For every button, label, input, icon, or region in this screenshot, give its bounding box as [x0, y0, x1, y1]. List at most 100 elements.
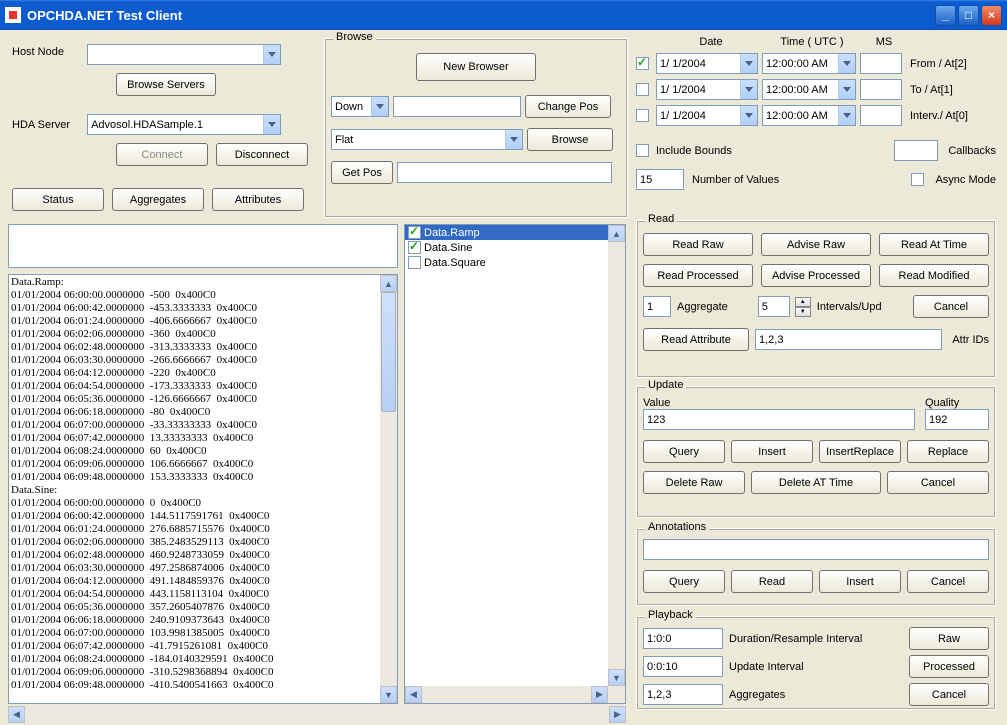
bottom-scrollbar[interactable]: ◀ ▶	[8, 706, 626, 723]
ms-input-0[interactable]	[860, 53, 902, 74]
scrollbar-horizontal[interactable]: ◀ ▶	[405, 686, 625, 703]
browse-servers-button[interactable]: Browse Servers	[116, 73, 216, 96]
disconnect-button[interactable]: Disconnect	[216, 143, 308, 166]
read-processed-button[interactable]: Read Processed	[643, 264, 753, 287]
browse-mode-combo[interactable]: Flat	[331, 129, 523, 150]
read-attribute-button[interactable]: Read Attribute	[643, 328, 749, 351]
log-line: 01/01/2004 06:01:24.0000000 276.68857155…	[11, 523, 395, 536]
playback-processed-button[interactable]: Processed	[909, 655, 989, 678]
list-item[interactable]: Data.Square	[405, 255, 625, 270]
item-check[interactable]	[408, 241, 421, 254]
chevron-down-icon	[263, 45, 280, 64]
time-row-check-0[interactable]	[636, 57, 649, 70]
annot-read-button[interactable]: Read	[731, 570, 813, 593]
aggregates-button[interactable]: Aggregates	[112, 188, 204, 211]
close-button[interactable]: ×	[981, 5, 1002, 26]
scroll-up-icon: ▲	[608, 225, 625, 242]
annot-cancel-button[interactable]: Cancel	[907, 570, 989, 593]
read-at-time-button[interactable]: Read At Time	[879, 233, 989, 256]
delete-at-time-button[interactable]: Delete AT Time	[751, 471, 881, 494]
date-combo-1[interactable]: 1/ 1/2004	[656, 79, 758, 100]
update-insert-button[interactable]: Insert	[731, 440, 813, 463]
update-cancel-button[interactable]: Cancel	[887, 471, 989, 494]
ms-input-2[interactable]	[860, 105, 902, 126]
callbacks-label: Callbacks	[948, 145, 996, 157]
time-row-check-2[interactable]	[636, 109, 649, 122]
log-line: 01/01/2004 06:04:54.0000000 -173.3333333…	[11, 380, 395, 393]
annot-insert-button[interactable]: Insert	[819, 570, 901, 593]
time-combo-1[interactable]: 12:00:00 AM	[762, 79, 856, 100]
chevron-down-icon	[263, 115, 280, 134]
read-modified-button[interactable]: Read Modified	[879, 264, 989, 287]
read-raw-button[interactable]: Read Raw	[643, 233, 753, 256]
scroll-thumb[interactable]	[381, 292, 396, 412]
time-combo-2[interactable]: 12:00:00 AM	[762, 105, 856, 126]
item-list[interactable]: Data.Ramp Data.SineData.Square ▲ ▼ ◀ ▶	[404, 224, 626, 704]
client-area: Host Node Browse Servers HDA Server Advo…	[0, 30, 1007, 725]
log-line: 01/01/2004 06:08:24.0000000 60 0x400C0	[11, 445, 395, 458]
update-quality-input[interactable]	[925, 409, 989, 430]
read-cancel-button[interactable]: Cancel	[913, 295, 989, 318]
date-combo-0[interactable]: 1/ 1/2004	[656, 53, 758, 74]
annot-query-button[interactable]: Query	[643, 570, 725, 593]
advise-processed-button[interactable]: Advise Processed	[761, 264, 871, 287]
date-combo-2[interactable]: 1/ 1/2004	[656, 105, 758, 126]
delete-raw-button[interactable]: Delete Raw	[643, 471, 745, 494]
playback-aggregates-input[interactable]	[643, 684, 723, 705]
minimize-button[interactable]: _	[935, 5, 956, 26]
attr-ids-input[interactable]	[755, 329, 942, 350]
browse-direction-combo[interactable]: Down	[331, 96, 389, 117]
duration-input[interactable]	[643, 628, 723, 649]
info-panel[interactable]	[8, 224, 398, 268]
new-browser-button[interactable]: New Browser	[416, 53, 536, 81]
scrollbar-vertical[interactable]: ▲ ▼	[380, 275, 397, 703]
replace-button[interactable]: Replace	[907, 440, 989, 463]
get-pos-output[interactable]	[397, 162, 612, 183]
status-button[interactable]: Status	[12, 188, 104, 211]
insert-replace-button[interactable]: InsertReplace	[819, 440, 901, 463]
log-line: 01/01/2004 06:03:30.0000000 497.25868740…	[11, 562, 395, 575]
host-node-combo[interactable]	[87, 44, 281, 65]
item-label: Data.Sine	[424, 242, 472, 254]
annotations-title: Annotations	[645, 521, 709, 533]
scroll-left-icon: ◀	[405, 686, 422, 703]
log-line: 01/01/2004 06:02:48.0000000 -313.3333333…	[11, 341, 395, 354]
change-pos-button[interactable]: Change Pos	[525, 95, 611, 118]
scrollbar-vertical[interactable]: ▲ ▼	[608, 225, 625, 703]
annotation-input[interactable]	[643, 539, 989, 560]
hda-server-combo[interactable]: Advosol.HDASample.1	[87, 114, 281, 135]
async-mode-check[interactable]	[911, 173, 924, 186]
update-value-input[interactable]	[643, 409, 915, 430]
aggregate-input[interactable]	[643, 296, 671, 317]
ms-input-1[interactable]	[860, 79, 902, 100]
num-values-input[interactable]	[636, 169, 684, 190]
intervals-input[interactable]	[758, 296, 790, 317]
log-line: 01/01/2004 06:02:06.0000000 -360 0x400C0	[11, 328, 395, 341]
log-line: 01/01/2004 06:00:42.0000000 -453.3333333…	[11, 302, 395, 315]
aggregate-label: Aggregate	[677, 301, 728, 313]
list-item[interactable]: Data.Ramp	[405, 225, 625, 240]
browse-button[interactable]: Browse	[527, 128, 613, 151]
maximize-button[interactable]: □	[958, 5, 979, 26]
date-header: Date	[658, 36, 764, 48]
connect-button[interactable]: Connect	[116, 143, 208, 166]
intervals-stepper[interactable]: ▲▼	[795, 297, 811, 316]
item-check[interactable]	[408, 226, 421, 239]
update-query-button[interactable]: Query	[643, 440, 725, 463]
browse-title: Browse	[333, 31, 376, 43]
playback-cancel-button[interactable]: Cancel	[909, 683, 989, 706]
get-pos-button[interactable]: Get Pos	[331, 161, 393, 184]
playback-raw-button[interactable]: Raw	[909, 627, 989, 650]
advise-raw-button[interactable]: Advise Raw	[761, 233, 871, 256]
include-bounds-check[interactable]	[636, 144, 649, 157]
log-panel[interactable]: Data.Ramp:01/01/2004 06:00:00.0000000 -5…	[8, 274, 398, 704]
playback-group: Playback Duration/Resample Interval Raw …	[636, 616, 996, 710]
time-row-check-1[interactable]	[636, 83, 649, 96]
update-interval-input[interactable]	[643, 656, 723, 677]
list-item[interactable]: Data.Sine	[405, 240, 625, 255]
browse-position-input[interactable]	[393, 96, 521, 117]
callbacks-value[interactable]	[894, 140, 938, 161]
attributes-button[interactable]: Attributes	[212, 188, 304, 211]
time-combo-0[interactable]: 12:00:00 AM	[762, 53, 856, 74]
item-check[interactable]	[408, 256, 421, 269]
